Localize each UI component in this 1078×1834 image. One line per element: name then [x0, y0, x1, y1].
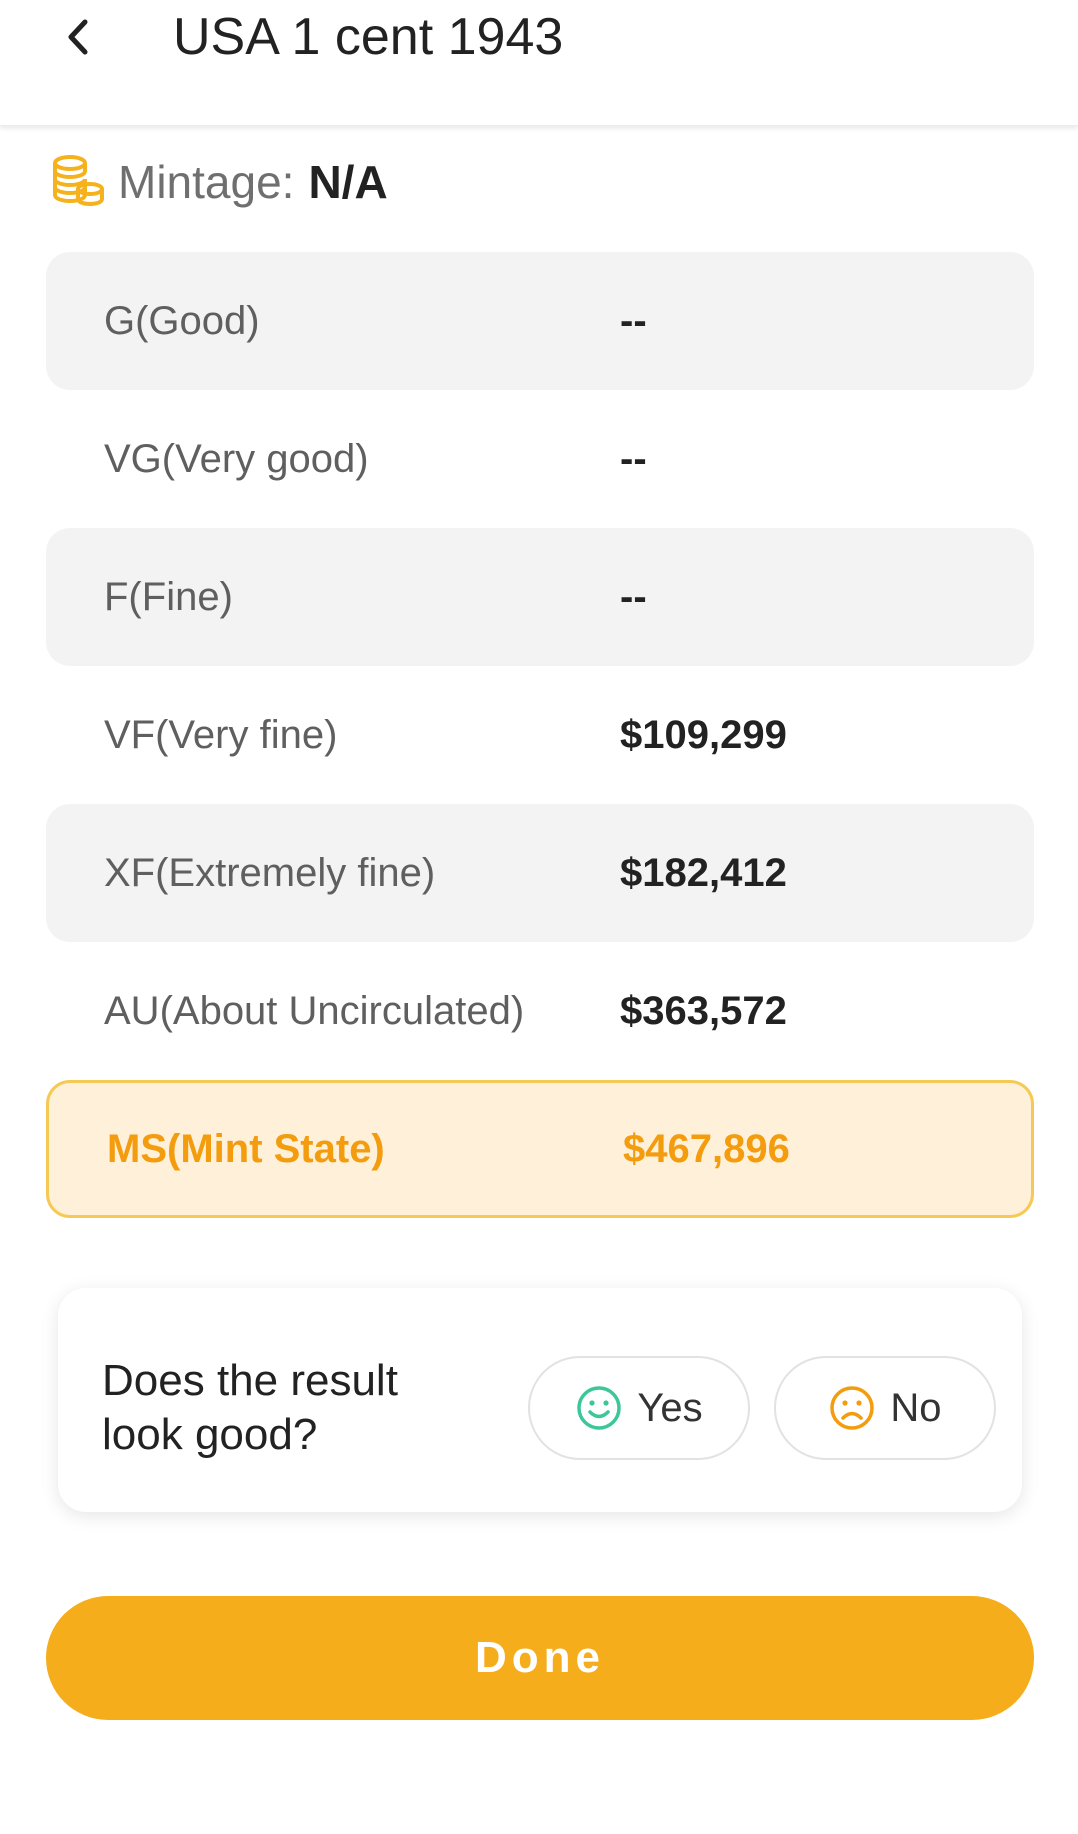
grade-name: VG(Very good) [104, 436, 369, 481]
coins-stack-icon [53, 155, 104, 207]
done-button[interactable]: Done [46, 1596, 1034, 1720]
frown-face-icon [830, 1386, 875, 1430]
top-bar: USA 1 cent 1943 [0, 0, 1078, 126]
done-label: Done [475, 1633, 605, 1682]
grade-row-good: G(Good) -- [46, 252, 1034, 390]
grade-price: -- [620, 574, 647, 619]
grade-price-table: G(Good) -- VG(Very good) -- F(Fine) -- V… [46, 252, 1034, 1218]
grade-price: $467,896 [623, 1126, 790, 1171]
yes-button[interactable]: Yes [528, 1356, 750, 1460]
grade-name: MS(Mint State) [107, 1126, 385, 1171]
grade-name: F(Fine) [104, 574, 233, 619]
grade-row-mint-state: MS(Mint State) $467,896 [46, 1080, 1034, 1218]
grade-price: $109,299 [620, 712, 787, 757]
feedback-card: Does the result look good? Yes No [58, 1288, 1022, 1512]
mintage-label: Mintage: [118, 156, 295, 208]
grade-price: $363,572 [620, 988, 787, 1033]
grade-row-fine: F(Fine) -- [46, 528, 1034, 666]
smile-face-icon [577, 1386, 622, 1430]
back-button[interactable] [48, 2, 108, 72]
grade-price: -- [620, 298, 647, 343]
yes-label: Yes [637, 1385, 703, 1430]
grade-name: G(Good) [104, 298, 260, 343]
chevron-left-icon [68, 19, 88, 55]
grade-row-extremely-fine: XF(Extremely fine) $182,412 [46, 804, 1034, 942]
app-screen: USA 1 cent 1943 Mintage: N/A G(Good) -- … [0, 0, 1078, 1834]
grade-price: $182,412 [620, 850, 787, 895]
feedback-question: Does the result look good? [102, 1356, 398, 1459]
grade-name: XF(Extremely fine) [104, 850, 436, 895]
mintage-row: Mintage: N/A [46, 152, 388, 212]
grade-name: VF(Very fine) [104, 712, 338, 757]
page-title: USA 1 cent 1943 [173, 8, 564, 66]
no-button[interactable]: No [774, 1356, 996, 1460]
no-label: No [890, 1385, 942, 1430]
mintage-value: N/A [308, 156, 388, 208]
grade-row-about-uncirculated: AU(About Uncirculated) $363,572 [46, 942, 1034, 1080]
grade-row-very-fine: VF(Very fine) $109,299 [46, 666, 1034, 804]
grade-name: AU(About Uncirculated) [104, 988, 525, 1033]
grade-price: -- [620, 436, 647, 481]
grade-row-very-good: VG(Very good) -- [46, 390, 1034, 528]
